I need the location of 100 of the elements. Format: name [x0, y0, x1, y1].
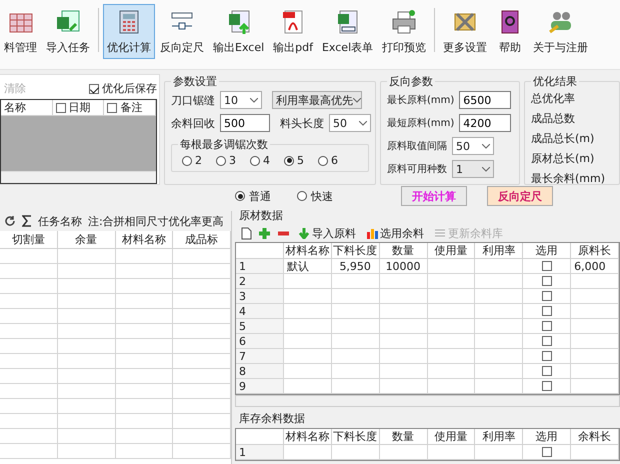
checkbox[interactable]: [542, 291, 552, 301]
group-title: 参数设置: [172, 74, 218, 89]
checkbox[interactable]: [542, 351, 552, 361]
column-header[interactable]: 下料长度: [332, 429, 380, 445]
dropdown[interactable]: 50: [452, 137, 494, 155]
column-header[interactable]: 使用量: [428, 243, 476, 259]
toolbar-button[interactable]: Excel表单: [318, 4, 378, 59]
field-label: 刀口锯缝: [171, 92, 215, 108]
checkbox[interactable]: [542, 447, 552, 457]
checkbox[interactable]: [542, 381, 552, 391]
table-cell: [380, 364, 428, 379]
toolbar-button[interactable]: 料管理: [0, 4, 41, 59]
checkbox[interactable]: [542, 261, 552, 271]
column-header[interactable]: 成品标: [173, 231, 231, 249]
checkbox[interactable]: [542, 336, 552, 346]
row-number: 1: [236, 445, 284, 460]
reverse-button[interactable]: 反向定尺: [487, 186, 553, 206]
toolbar-button[interactable]: 更多设置: [439, 4, 492, 59]
column-header[interactable]: 下料长度: [332, 243, 380, 259]
sum-icon[interactable]: [22, 215, 32, 227]
column-header[interactable]: 材料名称: [116, 231, 174, 249]
column-header[interactable]: 数量: [380, 429, 428, 445]
radio-button[interactable]: [284, 156, 294, 166]
radio-label: 快速: [311, 188, 333, 204]
column-header[interactable]: 日期: [52, 100, 104, 116]
table-cell: [116, 294, 174, 309]
checkbox[interactable]: [542, 321, 552, 331]
toolbar-button[interactable]: 优化计算: [103, 4, 155, 59]
radio-button[interactable]: [235, 191, 245, 201]
toolbar-button[interactable]: 关于与注册: [529, 4, 592, 59]
column-header[interactable]: 利用率: [475, 429, 524, 445]
row-number: 9: [236, 379, 284, 394]
toolbar-button[interactable]: 选用余料: [364, 226, 426, 240]
checkbox-label: 优化后保存: [102, 81, 157, 96]
toolbar-button[interactable]: 导入任务: [42, 4, 94, 59]
table-cell: [0, 384, 58, 399]
checkbox[interactable]: [89, 84, 99, 94]
radio-button[interactable]: [182, 156, 192, 166]
input-field[interactable]: 6500: [459, 91, 512, 109]
column-header[interactable]: 选用: [523, 429, 572, 445]
table-cell: [58, 399, 116, 414]
column-header[interactable]: 数量: [380, 243, 428, 259]
field-label: 余料回收: [171, 116, 215, 130]
column-header[interactable]: 使用量: [428, 429, 476, 445]
table-cell: [380, 349, 428, 364]
table-cell: [284, 274, 332, 289]
row-number: 4: [236, 304, 284, 319]
scrollbar[interactable]: [1, 171, 156, 183]
table-cell: [0, 399, 58, 414]
dropdown[interactable]: 10: [220, 91, 262, 109]
column-header[interactable]: 选用: [523, 243, 572, 259]
table-cell: [58, 294, 116, 309]
note-text: 注:合拼相同尺寸优化率更高: [88, 214, 224, 228]
row-number: 2: [236, 274, 284, 289]
bar-chart-icon: [366, 227, 378, 239]
field-label: 原料取值间隔: [387, 140, 447, 153]
column-header[interactable]: 余料长: [571, 429, 619, 445]
table-cell: 默认: [284, 259, 332, 274]
table-cell: 6,000: [571, 259, 619, 274]
checkbox[interactable]: [542, 306, 552, 316]
column-header[interactable]: 利用率: [475, 243, 524, 259]
result-label: 成品总数: [531, 111, 576, 126]
caret-icon: [353, 98, 361, 102]
column-header[interactable]: 名称: [1, 100, 53, 116]
table-cell: [116, 369, 174, 384]
toolbar-button[interactable]: 输出Excel: [209, 4, 268, 59]
radio-button[interactable]: [318, 156, 328, 166]
dropdown[interactable]: 利用率最高优先: [272, 91, 362, 109]
column-header[interactable]: 材料名称: [284, 429, 332, 445]
table-cell: [58, 444, 116, 459]
column-header[interactable]: 切割量: [0, 231, 58, 249]
new-page-icon[interactable]: [241, 226, 252, 240]
column-header[interactable]: 备注: [104, 100, 156, 116]
table-cell: [284, 334, 332, 349]
input-field[interactable]: 4200: [459, 114, 512, 132]
table-cell: [0, 324, 58, 339]
radio-button[interactable]: [250, 156, 260, 166]
table-cell: [0, 279, 58, 294]
column-header[interactable]: 原料长: [571, 243, 619, 259]
table-cell: [58, 324, 116, 339]
radio-button[interactable]: [297, 191, 307, 201]
radio-button[interactable]: [216, 156, 226, 166]
column-header[interactable]: 材料名称: [284, 243, 332, 259]
group-title: 每根最多调锯次数: [179, 137, 269, 152]
input-field[interactable]: 500: [220, 114, 270, 132]
checkbox[interactable]: [542, 366, 552, 376]
task-name-label: 任务名称: [38, 214, 82, 228]
caret-icon: [482, 144, 490, 148]
refresh-icon[interactable]: [4, 215, 16, 227]
checkbox[interactable]: [542, 276, 552, 286]
column-header[interactable]: 余量: [58, 231, 116, 249]
toolbar-button[interactable]: 导入原料: [296, 226, 358, 240]
toolbar-button[interactable]: 输出pdf: [269, 4, 317, 59]
dropdown[interactable]: 50: [329, 114, 371, 132]
scrollbar[interactable]: [235, 395, 620, 407]
toolbar-button[interactable]: 反向定尺: [156, 4, 208, 59]
toolbar-button[interactable]: 打印预览: [378, 4, 430, 59]
caret-icon: [482, 166, 490, 172]
toolbar-button[interactable]: 帮助: [492, 4, 528, 59]
plus-icon[interactable]: [258, 226, 271, 240]
